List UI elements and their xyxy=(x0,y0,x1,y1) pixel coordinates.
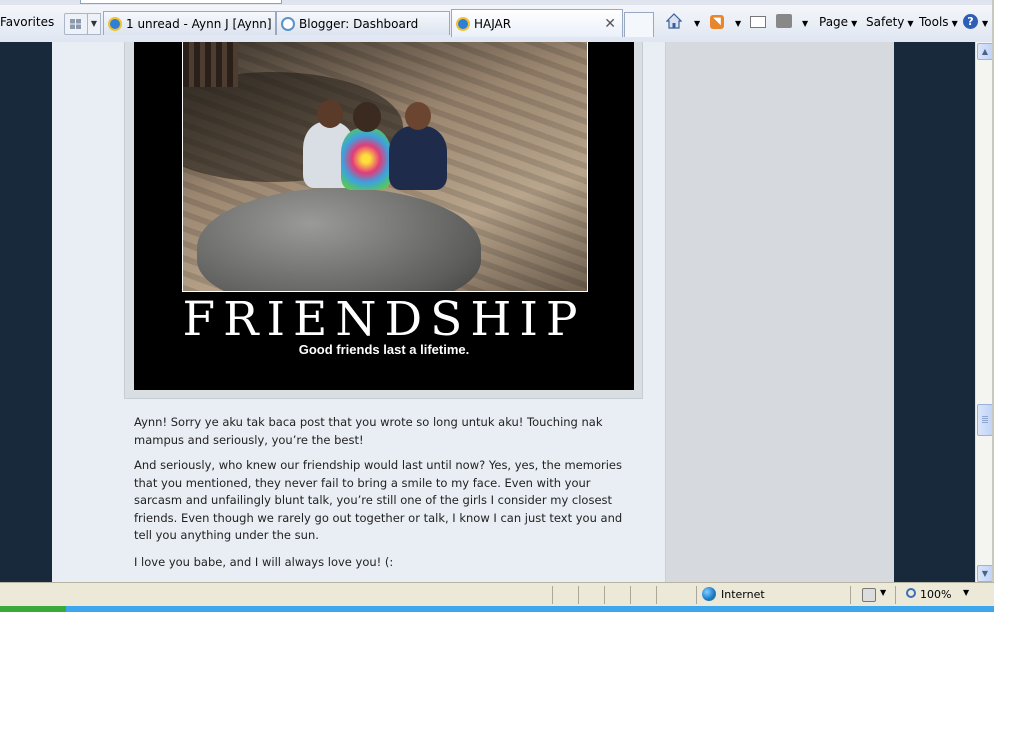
page-menu[interactable]: Page ▼ xyxy=(819,14,857,30)
tab-list-dropdown[interactable]: ▼ xyxy=(87,13,101,35)
poster-title: FRIENDSHIP xyxy=(182,292,586,347)
tab-blogger-dashboard[interactable]: Blogger: Dashboard xyxy=(276,11,450,35)
status-bar: Internet ▼ 100% ▼ xyxy=(0,582,994,607)
blogger-icon xyxy=(281,17,295,31)
start-button-edge[interactable] xyxy=(0,606,66,612)
tools-menu[interactable]: Tools ▼ xyxy=(919,14,958,30)
children-on-rock-photo xyxy=(182,42,588,292)
friendship-poster: FRIENDSHIP Good friends last a lifetime. xyxy=(134,42,634,390)
child-middle xyxy=(341,102,391,190)
ie-icon xyxy=(108,17,122,31)
tab-hajar[interactable]: HAJAR ✕ xyxy=(451,9,623,37)
internet-zone-icon xyxy=(702,587,716,601)
status-divider xyxy=(895,586,896,604)
rss-feed-icon[interactable]: ◥ xyxy=(710,15,724,29)
help-icon[interactable]: ? xyxy=(963,14,978,29)
status-divider xyxy=(552,586,553,604)
home-icon[interactable] xyxy=(666,13,682,29)
close-tab-icon[interactable]: ✕ xyxy=(604,10,616,37)
photo-fence xyxy=(183,42,238,87)
security-zone-label[interactable]: Internet xyxy=(721,588,765,601)
browser-window: Favorites ▼ 1 unread - Aynn J [Aynn] o..… xyxy=(0,0,994,612)
print-icon[interactable] xyxy=(776,14,792,28)
address-field-edge[interactable] xyxy=(80,0,282,4)
blog-sidebar xyxy=(666,42,894,582)
scroll-up-button[interactable]: ▲ xyxy=(977,43,993,60)
help-dropdown[interactable]: ▼ xyxy=(979,14,988,30)
zoom-level[interactable]: 100% xyxy=(920,588,951,601)
child-right xyxy=(389,102,447,190)
post-paragraph: Aynn! Sorry ye aku tak baca post that yo… xyxy=(134,415,603,447)
favorites-label[interactable]: Favorites xyxy=(0,15,54,29)
post-paragraph: And seriously, who knew our friendship w… xyxy=(134,458,623,542)
status-divider xyxy=(696,586,697,604)
print-dropdown[interactable]: ▼ xyxy=(799,14,808,30)
status-divider xyxy=(850,586,851,604)
scroll-down-button[interactable]: ▼ xyxy=(977,565,993,582)
page-content: FRIENDSHIP Good friends last a lifetime.… xyxy=(0,42,975,582)
tab-label: Blogger: Dashboard xyxy=(299,17,419,31)
status-divider xyxy=(604,586,605,604)
status-divider xyxy=(656,586,657,604)
tab-aynn-unread[interactable]: 1 unread - Aynn J [Aynn] o... xyxy=(103,11,276,35)
quick-tabs-icon xyxy=(70,19,81,29)
scroll-thumb[interactable] xyxy=(977,404,993,436)
tab-label: HAJAR xyxy=(474,17,512,31)
address-bar-remnant xyxy=(0,0,994,5)
page-margin-left xyxy=(0,42,52,582)
browser-toolbar: Favorites ▼ 1 unread - Aynn J [Aynn] o..… xyxy=(0,0,994,43)
quick-tabs-button[interactable] xyxy=(64,13,88,35)
tab-label: 1 unread - Aynn J [Aynn] o... xyxy=(126,17,275,31)
status-divider xyxy=(578,586,579,604)
protected-mode-dropdown[interactable]: ▼ xyxy=(880,588,886,597)
read-mail-icon[interactable] xyxy=(750,16,766,28)
zoom-dropdown[interactable]: ▼ xyxy=(963,588,969,597)
scroll-grip-icon xyxy=(982,416,988,423)
window-edge xyxy=(992,0,994,612)
vertical-scrollbar[interactable]: ▲ ▼ xyxy=(975,42,993,582)
safety-menu[interactable]: Safety ▼ xyxy=(866,14,914,30)
post-paragraph: I love you babe, and I will always love … xyxy=(134,555,394,569)
page-margin-right xyxy=(894,42,975,582)
ie-icon xyxy=(456,17,470,31)
status-divider xyxy=(630,586,631,604)
home-dropdown[interactable]: ▼ xyxy=(691,14,700,30)
new-tab-button[interactable] xyxy=(624,12,654,37)
feeds-dropdown[interactable]: ▼ xyxy=(732,14,741,30)
taskbar-strip xyxy=(0,606,994,612)
protected-mode-icon[interactable] xyxy=(862,588,876,602)
poster-subtitle: Good friends last a lifetime. xyxy=(298,342,470,357)
zoom-icon[interactable] xyxy=(906,588,916,598)
